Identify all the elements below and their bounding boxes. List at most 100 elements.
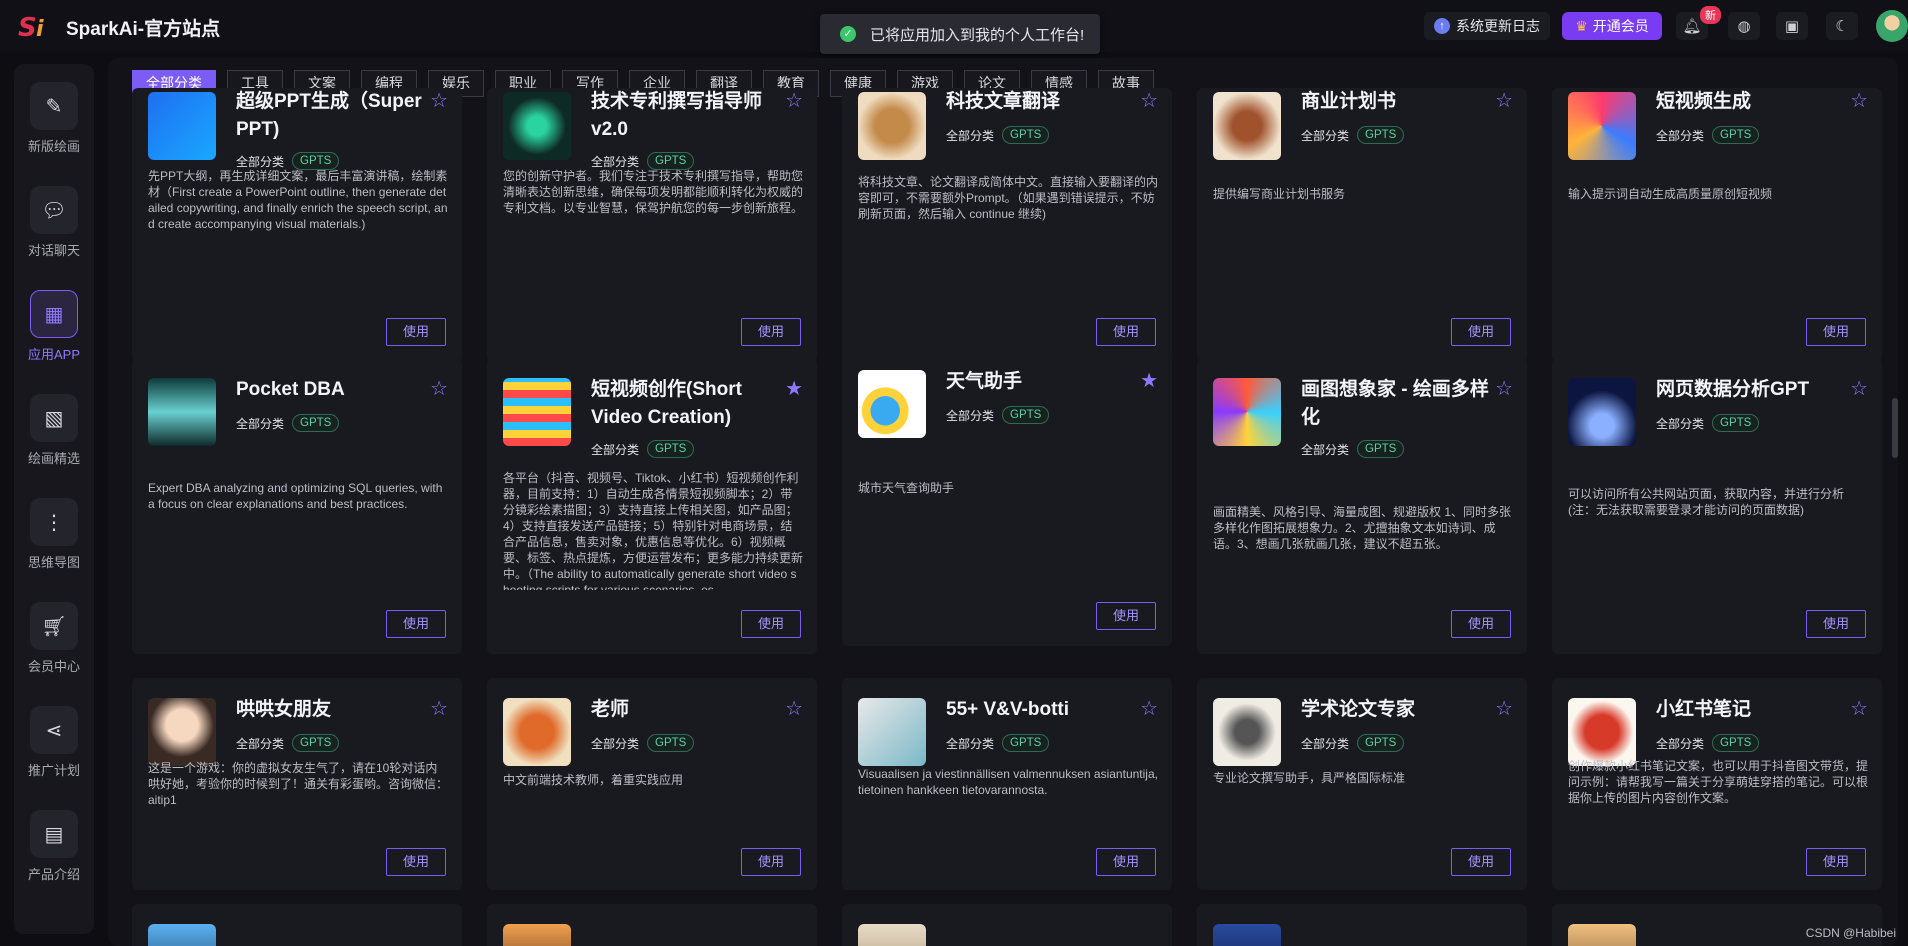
app-description: 创作爆款小红书笔记文案，也可以用于抖音图文带货，提问示例：请帮我写一篇关于分享萌… <box>1568 759 1868 805</box>
check-icon: ✓ <box>840 26 856 42</box>
logo[interactable]: Si <box>18 10 52 43</box>
app-title: 商业计划书 <box>1301 91 1397 112</box>
app-description: 先PPT大纲，再生成详细文案，最后丰富演讲稿，绘制素材（First create… <box>148 169 448 231</box>
sidebar-item-label: 产品介绍 <box>27 867 80 882</box>
sidebar-item-mindmap[interactable]: ⋮ 思维导图 <box>14 498 94 571</box>
favorite-star-icon[interactable]: ☆ <box>430 696 448 721</box>
use-button[interactable]: 使用 <box>741 610 801 638</box>
app-card[interactable]: 商业计划书 ☆ 全部分类 GPTS 提供编写商业计划书服务 使用 <box>1197 88 1527 362</box>
use-button[interactable]: 使用 <box>1096 318 1156 346</box>
use-button[interactable]: 使用 <box>1806 848 1866 876</box>
favorite-star-icon[interactable]: ☆ <box>785 696 803 721</box>
app-meta: 全部分类 GPTS <box>946 406 1050 424</box>
favorite-star-icon[interactable]: ☆ <box>1495 696 1513 721</box>
app-meta: 全部分类 GPTS <box>1301 126 1405 144</box>
app-category: 全部分类 <box>591 736 640 751</box>
app-category: 全部分类 <box>1301 128 1350 143</box>
favorite-star-icon[interactable]: ☆ <box>1850 88 1868 113</box>
changelog-button[interactable]: ↑ 系统更新日志 <box>1424 12 1550 40</box>
theme-toggle[interactable]: ☾ <box>1826 12 1858 40</box>
favorite-star-icon[interactable]: ☆ <box>1140 88 1158 113</box>
favorite-star-icon[interactable]: ☆ <box>1495 376 1513 401</box>
app-icon <box>858 698 926 766</box>
app-card[interactable]: 学术论文专家 ☆ 全部分类 GPTS 专业论文撰写助手，具严格国际标准 使用 <box>1197 678 1527 890</box>
use-button[interactable]: 使用 <box>386 610 446 638</box>
app-card[interactable]: 画图想象家 - 绘画多样化 ☆ 全部分类 GPTS 画面精美、风格引导、海量成图、规避版… <box>1197 358 1527 654</box>
top-bar: Si SparkAi-官方站点 ✓ 已将应用加入到我的个人工作台! ↑ 系统更新日志… <box>0 0 1908 54</box>
sidebar-item-member[interactable]: 🛒︎ 会员中心 <box>14 602 94 675</box>
app-icon <box>1568 92 1636 160</box>
use-button[interactable]: 使用 <box>1806 610 1866 638</box>
favorite-star-icon[interactable]: ☆ <box>1495 88 1513 113</box>
avatar[interactable] <box>1876 10 1908 42</box>
gift-button[interactable]: ▣ <box>1776 12 1808 40</box>
favorite-star-icon[interactable]: ☆ <box>430 376 448 401</box>
scrollbar[interactable] <box>1892 398 1898 458</box>
app-card[interactable]: 网页数据分析GPT ☆ 全部分类 GPTS 可以访问所有公共网站页面，获取内容，并进行分… <box>1552 358 1882 654</box>
app-card[interactable]: 超级PPT生成（Super PPT) ☆ 全部分类 GPTS 先PPT大纲，再生成详细文… <box>132 88 462 362</box>
app-card[interactable] <box>487 904 817 946</box>
app-card[interactable]: 天气助手 ★ 全部分类 GPTS 城市天气查询助手 使用 <box>842 350 1172 646</box>
app-description: Expert DBA analyzing and optimizing SQL … <box>148 481 443 511</box>
favorite-star-icon[interactable]: ☆ <box>430 88 448 113</box>
app-grid: 全部分类 工具 文案 编程 娱乐 职业 写作 企业 翻译 教育 健康 游戏 论文 情感 故事 超级PPT生成… <box>108 58 1898 946</box>
use-button[interactable]: 使用 <box>386 318 446 346</box>
gpts-tag: GPTS <box>1357 126 1405 144</box>
chat-icon: 💬︎ <box>30 186 78 234</box>
app-icon <box>148 698 216 766</box>
use-button[interactable]: 使用 <box>1096 602 1156 630</box>
gpts-tag: GPTS <box>1712 126 1760 144</box>
sidebar-item-chat[interactable]: 💬︎ 对话聊天 <box>14 186 94 259</box>
sidebar-item-draw[interactable]: ✎ 新版绘画 <box>14 82 94 155</box>
use-button[interactable]: 使用 <box>741 318 801 346</box>
app-meta: 全部分类 GPTS <box>1656 414 1760 432</box>
app-card[interactable] <box>132 904 462 946</box>
gpts-tag: GPTS <box>1002 734 1050 752</box>
gpts-tag: GPTS <box>1712 414 1760 432</box>
sidebar-item-label: 对话聊天 <box>27 243 80 258</box>
favorite-star-icon[interactable]: ★ <box>1140 368 1158 393</box>
use-button[interactable]: 使用 <box>1451 318 1511 346</box>
app-category: 全部分类 <box>1656 128 1705 143</box>
app-card[interactable]: Pocket DBA ☆ 全部分类 GPTS Expert DBA analyzing … <box>132 358 462 654</box>
app-card[interactable] <box>1197 904 1527 946</box>
vip-label: 开通会员 <box>1592 18 1649 34</box>
app-card[interactable]: 老师 ☆ 全部分类 GPTS 中文前端技术教师，着重实践应用 使用 <box>487 678 817 890</box>
app-card[interactable]: 短视频创作(Short Video Creation) ★ 全部分类 GPTS 各平台（… <box>487 358 817 654</box>
wechat-button[interactable]: ◍ <box>1728 12 1760 40</box>
use-button[interactable]: 使用 <box>741 848 801 876</box>
app-card[interactable]: 短视频生成 ☆ 全部分类 GPTS 输入提示词自动生成高质量原创短视频 使用 <box>1552 88 1882 362</box>
favorite-star-icon[interactable]: ☆ <box>1850 376 1868 401</box>
gpts-tag: GPTS <box>647 734 695 752</box>
sidebar-item-product[interactable]: ▤ 产品介绍 <box>14 810 94 883</box>
app-card[interactable]: 科技文章翻译 ☆ 全部分类 GPTS 将科技文章、论文翻译成简体中文。直接输入要翻译的内… <box>842 88 1172 362</box>
favorite-star-icon[interactable]: ☆ <box>785 88 803 113</box>
favorite-star-icon[interactable]: ☆ <box>1850 696 1868 721</box>
pen-icon: ✎ <box>30 82 78 130</box>
use-button[interactable]: 使用 <box>1806 318 1866 346</box>
favorite-star-icon[interactable]: ☆ <box>1140 696 1158 721</box>
app-description: 这是一个游戏：你的虚拟女友生气了，请在10轮对话内哄好她，考验你的时候到了！通关… <box>148 761 448 807</box>
app-title: 55+ V&V-botti <box>946 699 1069 720</box>
sidebar-item-gallery[interactable]: ▧ 绘画精选 <box>14 394 94 467</box>
site-title[interactable]: SparkAi-官方站点 <box>66 14 220 41</box>
sidebar-item-promotion[interactable]: ⋖ 推广计划 <box>14 706 94 779</box>
app-card[interactable]: 55+ V&V-botti ☆ 全部分类 GPTS Visuaalisen ja vie… <box>842 678 1172 890</box>
favorite-star-icon[interactable]: ★ <box>785 376 803 401</box>
app-description: 中文前端技术教师，着重实践应用 <box>503 773 684 787</box>
use-button[interactable]: 使用 <box>1096 848 1156 876</box>
toast-message: ✓ 已将应用加入到我的个人工作台! <box>820 14 1100 54</box>
gpts-tag: GPTS <box>647 440 695 458</box>
use-button[interactable]: 使用 <box>1451 848 1511 876</box>
use-button[interactable]: 使用 <box>386 848 446 876</box>
watermark: CSDN @Habibei <box>1805 926 1896 940</box>
use-button[interactable]: 使用 <box>1451 610 1511 638</box>
app-card[interactable]: 哄哄女朋友 ☆ 全部分类 GPTS 这是一个游戏：你的虚拟女友生气了，请在10轮对话内哄… <box>132 678 462 890</box>
app-card[interactable]: 技术专利撰写指导师v2.0 ☆ 全部分类 GPTS 您的创新守护者。我们专注于技术专利撰… <box>487 88 817 362</box>
app-category: 全部分类 <box>236 154 285 169</box>
app-card[interactable] <box>842 904 1172 946</box>
app-card[interactable]: 小红书笔记 ☆ 全部分类 GPTS 创作爆款小红书笔记文案，也可以用于抖音图文带货，提问… <box>1552 678 1882 890</box>
vip-button[interactable]: ♛ 开通会员 <box>1562 12 1662 40</box>
app-icon <box>503 378 571 446</box>
sidebar-item-apps[interactable]: ▦ 应用APP <box>14 290 94 363</box>
